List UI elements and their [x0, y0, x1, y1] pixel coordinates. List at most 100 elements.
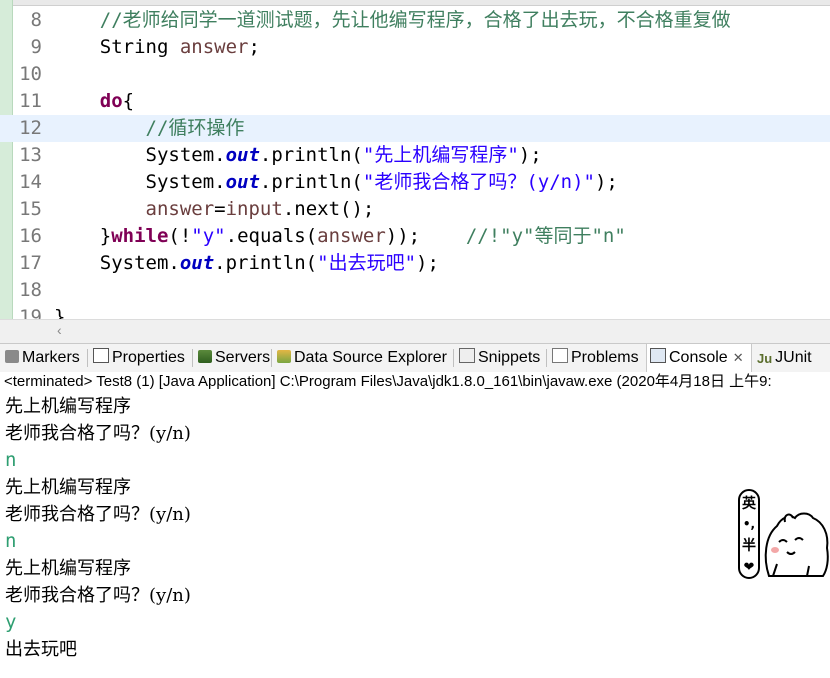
- editor-horizontal-scrollbar[interactable]: ‹: [0, 319, 830, 343]
- console-output-line: 老师我合格了吗？(y/n): [5, 423, 191, 444]
- code-text: System.out.println("老师我合格了吗？(y/n)");: [54, 169, 618, 196]
- code-token: );: [416, 252, 439, 274]
- tab-label: JUnit: [775, 349, 812, 366]
- line-number: 17: [19, 252, 42, 274]
- tab-markers[interactable]: Markers: [2, 344, 86, 372]
- code-text: }while(!"y".equals(answer)); //!"y"等同于"n…: [54, 223, 626, 250]
- code-token: ));: [385, 225, 466, 247]
- tab-problems[interactable]: Problems: [549, 344, 642, 372]
- bear-sticker: 英 •, 半 ❤: [737, 488, 830, 582]
- code-token: //循环操作: [145, 117, 245, 139]
- code-text: System.out.println("先上机编写程序");: [54, 142, 542, 169]
- markers-icon: [5, 350, 19, 363]
- code-line[interactable]: 17 System.out.println("出去玩吧");: [0, 250, 830, 277]
- code-token: //老师给同学一道测试题，先让他编写程序，合格了出去玩，不合格重复做: [99, 9, 731, 31]
- tab-separator: [453, 349, 454, 367]
- problems-icon: [552, 348, 568, 363]
- tab-servers[interactable]: Servers: [195, 344, 270, 372]
- tab-label: Problems: [571, 349, 639, 366]
- code-token: }: [54, 225, 112, 247]
- tab-label: Snippets: [478, 349, 541, 366]
- code-token: );: [518, 144, 542, 166]
- sticker-char-1: 英: [741, 495, 757, 512]
- console-input-line: y: [5, 611, 17, 633]
- tab-label: Console: [669, 349, 728, 366]
- tab-label: Markers: [22, 349, 80, 366]
- console-input-line: n: [5, 449, 17, 471]
- tab-properties[interactable]: Properties: [90, 344, 191, 372]
- code-line[interactable]: 16 }while(!"y".equals(answer)); //!"y"等同…: [0, 223, 830, 250]
- code-token: ;: [248, 36, 260, 58]
- code-line[interactable]: 13 System.out.println("先上机编写程序");: [0, 142, 830, 169]
- code-token: "出去玩吧": [317, 252, 417, 274]
- view-tab-bar: Markers Properties Servers Data Source Expl…: [0, 343, 830, 373]
- line-number: 16: [19, 225, 42, 247]
- sticker-char-3: 半: [742, 537, 756, 554]
- code-line[interactable]: 12 //循环操作: [0, 115, 830, 142]
- code-line[interactable]: 15 answer=input.next();: [0, 196, 830, 223]
- code-line[interactable]: 9 String answer;: [0, 34, 830, 61]
- code-token: System.: [54, 144, 226, 166]
- line-number: 18: [19, 279, 42, 301]
- console-icon: [650, 348, 666, 363]
- tab-label: Properties: [112, 349, 185, 366]
- code-line[interactable]: 11 do{: [0, 88, 830, 115]
- code-token: (!: [168, 225, 192, 247]
- code-text: System.out.println("出去玩吧");: [54, 250, 439, 277]
- code-token: answer: [145, 198, 215, 220]
- code-text: //循环操作: [54, 115, 245, 142]
- code-text: do{: [54, 88, 134, 115]
- code-token: .println(: [214, 252, 318, 274]
- code-line[interactable]: 18: [0, 277, 830, 304]
- code-token: out: [179, 252, 215, 274]
- console-output[interactable]: 先上机编写程序 老师我合格了吗？(y/n) n 先上机编写程序 老师我合格了吗？(y/n…: [0, 394, 830, 678]
- code-token: .println(: [259, 144, 363, 166]
- tab-separator: [87, 349, 88, 367]
- tab-separator: [192, 349, 193, 367]
- console-status: <terminated> Test8 (1) [Java Application…: [0, 372, 830, 395]
- code-line[interactable]: 14 System.out.println("老师我合格了吗？(y/n)");: [0, 169, 830, 196]
- code-token: .equals(: [225, 225, 318, 247]
- code-text: String answer;: [54, 34, 260, 61]
- line-number: 9: [30, 36, 42, 58]
- console-output-line: 老师我合格了吗？(y/n): [5, 585, 191, 606]
- code-token: );: [594, 171, 618, 193]
- console-output-line: 先上机编写程序: [5, 477, 131, 498]
- close-icon[interactable]: ✕: [733, 350, 744, 365]
- code-token: answer: [317, 225, 386, 247]
- tab-data-source-explorer[interactable]: Data Source Explorer: [274, 344, 452, 372]
- snippets-icon: [459, 348, 475, 363]
- bear-sticker-image: 英 •, 半 ❤: [738, 489, 829, 579]
- code-token: input: [225, 198, 283, 220]
- line-number: 13: [19, 144, 42, 166]
- tab-label: Servers: [215, 349, 271, 366]
- tab-console[interactable]: Console ✕: [646, 344, 752, 373]
- code-line[interactable]: 10: [0, 61, 830, 88]
- console-output-line: 出去玩吧: [5, 639, 77, 660]
- sticker-char-4: ❤: [744, 560, 755, 575]
- code-token: "先上机编写程序": [362, 144, 519, 166]
- junit-icon: Ju: [757, 351, 773, 366]
- console-output-line: 先上机编写程序: [5, 396, 131, 417]
- code-text: answer=input.next();: [54, 196, 375, 223]
- code-token: out: [225, 171, 260, 193]
- code-token: out: [225, 144, 260, 166]
- tab-separator: [271, 349, 272, 367]
- code-token: System.: [54, 171, 226, 193]
- line-number: 12: [19, 117, 42, 139]
- scroll-left-icon[interactable]: ‹: [57, 322, 62, 338]
- tab-snippets[interactable]: Snippets: [456, 344, 545, 372]
- console-status-text: <terminated> Test8 (1) [Java Application…: [4, 373, 772, 390]
- code-token: {: [122, 90, 135, 112]
- code-token: answer: [179, 36, 249, 58]
- line-number: 15: [19, 198, 42, 220]
- code-token: "老师我合格了吗？(y/n)": [362, 171, 595, 193]
- code-editor[interactable]: 8 //老师给同学一道测试题，先让他编写程序，合格了出去玩，不合格重复做 9 St…: [0, 0, 830, 343]
- tab-junit[interactable]: Ju JUnit: [754, 344, 814, 372]
- code-token: do: [99, 90, 123, 112]
- code-line[interactable]: 8 //老师给同学一道测试题，先让他编写程序，合格了出去玩，不合格重复做: [0, 7, 830, 34]
